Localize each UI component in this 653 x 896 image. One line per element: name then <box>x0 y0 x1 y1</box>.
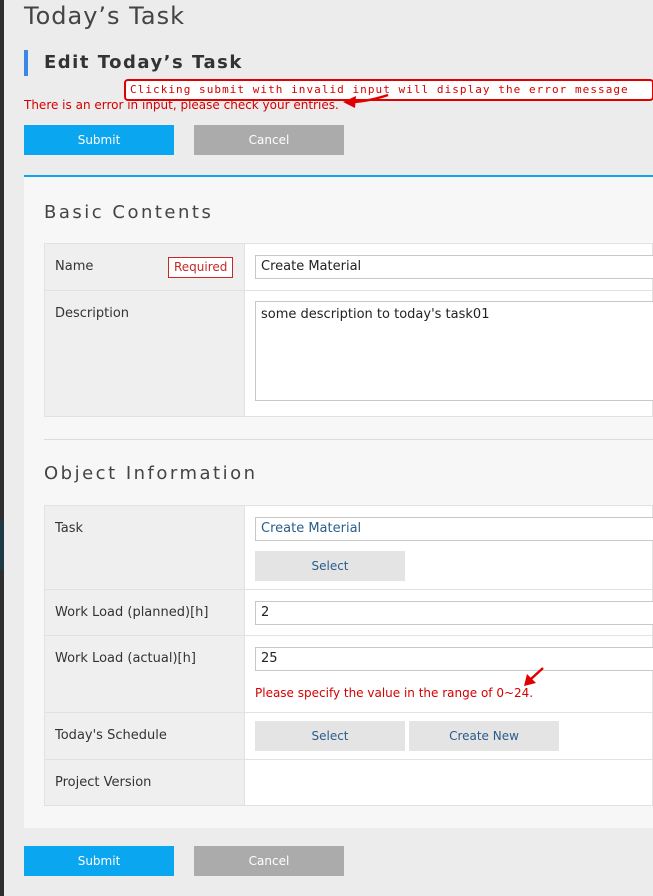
basic-contents-title: Basic Contents <box>44 202 214 223</box>
description-label-cell: Description <box>44 290 245 417</box>
actual-row: Work Load (actual)[h] 25 Please specify … <box>44 635 653 713</box>
schedule-row: Today's Schedule Select Create New <box>44 712 653 760</box>
actual-input[interactable]: 25 <box>255 647 653 671</box>
schedule-value-cell: Select Create New <box>244 712 653 760</box>
task-label-cell: Task <box>44 505 245 590</box>
planned-value-cell: 2 <box>244 589 653 636</box>
actual-label-cell: Work Load (actual)[h] <box>44 635 245 713</box>
schedule-label-cell: Today's Schedule <box>44 712 245 760</box>
actual-value-cell: 25 Please specify the value in the range… <box>244 635 653 713</box>
task-select-button[interactable]: Select <box>255 551 405 581</box>
section-heading-text: Edit Today’s Task <box>44 52 243 73</box>
schedule-label: Today's Schedule <box>55 728 167 743</box>
task-value-cell: Create Material Select <box>244 505 653 590</box>
name-label-cell: Name Required <box>44 243 245 291</box>
left-edge-marker <box>0 520 4 570</box>
project-version-row: Project Version <box>44 759 653 806</box>
submit-button-top[interactable]: Submit <box>24 125 174 155</box>
schedule-select-button[interactable]: Select <box>255 721 405 751</box>
section-heading: Edit Today’s Task <box>24 50 243 76</box>
planned-input[interactable]: 2 <box>255 601 653 625</box>
name-row: Name Required Create Material <box>44 243 653 291</box>
page-title: Today’s Task <box>24 2 185 30</box>
submit-button-bottom[interactable]: Submit <box>24 846 174 876</box>
object-information-table: Task Create Material Select Work Load (p… <box>44 505 653 806</box>
global-error-message: There is an error in input, please check… <box>24 98 339 112</box>
planned-label-cell: Work Load (planned)[h] <box>44 589 245 636</box>
description-textarea[interactable]: some description to today's task01 <box>255 301 653 401</box>
project-version-label-cell: Project Version <box>44 759 245 806</box>
project-version-label: Project Version <box>55 775 152 790</box>
cancel-button-top[interactable]: Cancel <box>194 125 344 155</box>
planned-row: Work Load (planned)[h] 2 <box>44 589 653 636</box>
cancel-button-bottom[interactable]: Cancel <box>194 846 344 876</box>
schedule-create-new-button[interactable]: Create New <box>409 721 559 751</box>
description-row: Description some description to today's … <box>44 290 653 417</box>
actual-error-message: Please specify the value in the range of… <box>255 686 534 700</box>
task-label: Task <box>55 521 84 536</box>
name-label: Name <box>55 259 94 274</box>
object-information-title: Object Information <box>44 463 258 484</box>
project-version-value-cell <box>244 759 653 806</box>
error-pointer-arrow-icon <box>524 667 544 686</box>
form-panel: Basic Contents Name Required Create Mate… <box>24 175 653 828</box>
required-badge: Required <box>168 257 234 278</box>
actual-label: Work Load (actual)[h] <box>55 651 196 666</box>
annotation-arrow-icon <box>343 93 389 108</box>
left-edge-bar <box>0 0 4 896</box>
section-divider <box>44 439 653 440</box>
name-input[interactable]: Create Material <box>255 255 653 279</box>
description-label: Description <box>55 306 130 321</box>
name-value-cell: Create Material <box>244 243 653 291</box>
basic-contents-table: Name Required Create Material Descriptio… <box>44 243 653 417</box>
task-value[interactable]: Create Material <box>255 517 653 541</box>
description-value-cell: some description to today's task01 <box>244 290 653 417</box>
planned-label: Work Load (planned)[h] <box>55 605 209 620</box>
task-row: Task Create Material Select <box>44 505 653 590</box>
